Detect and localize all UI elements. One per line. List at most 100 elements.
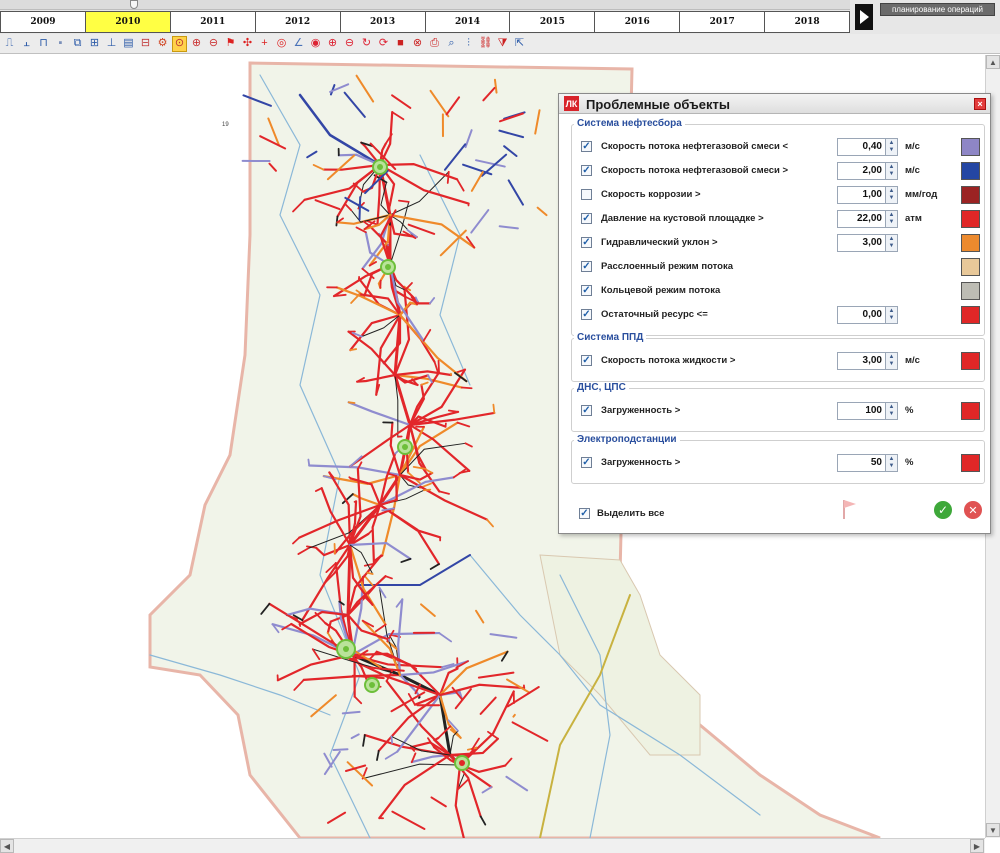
spinner-icon[interactable]: ▲ ▼ (886, 402, 898, 420)
threshold-input[interactable]: 0,40 (837, 138, 886, 156)
criterion-checkbox[interactable]: ✓ (581, 165, 592, 176)
year-tab-2009[interactable]: 2009 (0, 11, 86, 33)
spinner-icon[interactable]: ▲ ▼ (886, 210, 898, 228)
threshold-input[interactable]: 3,00 (837, 234, 886, 252)
threshold-input[interactable]: 100 (837, 402, 886, 420)
color-swatch[interactable] (961, 454, 980, 472)
unit-label: мм/год (905, 189, 938, 200)
network-icon[interactable]: ⎍ (2, 36, 17, 52)
color-swatch[interactable] (961, 352, 980, 370)
tree-icon[interactable]: ⊞ (87, 36, 102, 52)
split-icon[interactable]: ⫶ (461, 36, 476, 52)
alert-icon[interactable]: ⊗ (410, 36, 425, 52)
node-icon[interactable]: ✣ (240, 36, 255, 52)
criterion-checkbox[interactable]: ✓ (581, 405, 592, 416)
tools-icon[interactable]: ⚙ (155, 36, 170, 52)
year-tab-2014[interactable]: 2014 (425, 11, 511, 33)
timeline-slider-thumb[interactable] (130, 0, 138, 9)
ok-check-icon[interactable]: ✓ (934, 501, 952, 519)
color-swatch[interactable] (961, 138, 980, 156)
doc-icon[interactable]: ▤ (121, 36, 136, 52)
spinner-icon[interactable]: ▲ ▼ (886, 162, 898, 180)
criterion-checkbox[interactable]: ✓ (581, 285, 592, 296)
close-icon[interactable]: × (974, 98, 986, 110)
year-tab-2018[interactable]: 2018 (765, 11, 851, 33)
fields-icon[interactable]: ⊟ (138, 36, 153, 52)
color-swatch[interactable] (961, 162, 980, 180)
zoom-out-icon[interactable]: ⊖ (342, 36, 357, 52)
color-swatch[interactable] (961, 234, 980, 252)
zoom-icon[interactable]: ◉ (308, 36, 323, 52)
color-swatch[interactable] (961, 258, 980, 276)
pin-select-icon[interactable]: ⊙ (172, 35, 187, 52)
color-swatch[interactable] (961, 402, 980, 420)
filter-icon[interactable]: ⧩ (495, 36, 510, 52)
scroll-left-icon[interactable]: ◀ (0, 839, 14, 853)
year-tab-2010[interactable]: 2010 (85, 11, 171, 33)
select-all-checkbox[interactable]: ✓ (579, 508, 590, 519)
horizontal-scrollbar[interactable]: ◀ ▶ (0, 838, 985, 853)
red-square-icon[interactable]: ■ (393, 36, 408, 52)
year-tab-2017[interactable]: 2017 (680, 11, 766, 33)
criterion-checkbox[interactable]: ✓ (581, 141, 592, 152)
rotate-icon[interactable]: ↻ (359, 36, 374, 52)
link-icon[interactable]: ⛓ (478, 36, 493, 52)
select-all[interactable]: ✓ Выделить все (579, 504, 779, 524)
target-icon[interactable]: ◎ (274, 36, 289, 52)
operations-planning-button[interactable]: планирование операций (880, 3, 995, 16)
spinner-icon[interactable]: ▲ ▼ (886, 138, 898, 156)
color-swatch[interactable] (961, 306, 980, 324)
scroll-down-icon[interactable]: ▼ (986, 823, 1000, 837)
criterion-checkbox[interactable]: ✓ (581, 309, 592, 320)
spinner-icon[interactable]: ▲ ▼ (886, 306, 898, 324)
criterion-checkbox[interactable]: ✓ (581, 457, 592, 468)
spinner-icon[interactable]: ▲ ▼ (886, 454, 898, 472)
unit-label: м/с (905, 355, 920, 366)
flag-icon[interactable]: ⚑ (223, 36, 238, 52)
color-swatch[interactable] (961, 186, 980, 204)
square-icon[interactable]: ▪ (53, 36, 68, 52)
cancel-x-icon[interactable]: ✕ (964, 501, 982, 519)
threshold-input[interactable]: 22,00 (837, 210, 886, 228)
year-tab-2012[interactable]: 2012 (255, 11, 341, 33)
criterion-checkbox[interactable]: ✓ (581, 213, 592, 224)
spinner-icon[interactable]: ▲ ▼ (886, 234, 898, 252)
zoom-in-icon[interactable]: ⊕ (325, 36, 340, 52)
export-icon[interactable]: ⇱ (512, 36, 527, 52)
refresh-icon[interactable]: ⟳ (376, 36, 391, 52)
play-button[interactable] (855, 4, 873, 30)
year-tab-2016[interactable]: 2016 (595, 11, 681, 33)
scroll-up-icon[interactable]: ▲ (986, 55, 1000, 69)
layers-icon[interactable]: ⧉ (70, 36, 85, 52)
year-tab-2013[interactable]: 2013 (340, 11, 426, 33)
spinner-icon[interactable]: ▲ ▼ (886, 186, 898, 204)
color-swatch[interactable] (961, 210, 980, 228)
measure-icon[interactable]: ∠ (291, 36, 306, 52)
threshold-input[interactable]: 50 (837, 454, 886, 472)
pin-remove-icon[interactable]: ⊖ (206, 36, 221, 52)
print-icon[interactable]: ⎙ (427, 36, 442, 52)
dialog-titlebar[interactable]: ЛК Проблемные объекты × (559, 94, 990, 114)
timeline-slider-track[interactable] (0, 0, 850, 10)
threshold-input[interactable]: 0,00 (837, 306, 886, 324)
threshold-input[interactable]: 2,00 (837, 162, 886, 180)
criterion-checkbox[interactable]: ✓ (581, 355, 592, 366)
year-tab-2011[interactable]: 2011 (170, 11, 256, 33)
threshold-input[interactable]: 1,00 (837, 186, 886, 204)
criterion-checkbox[interactable]: ✓ (581, 237, 592, 248)
flag-icon[interactable] (841, 498, 859, 520)
color-swatch[interactable] (961, 282, 980, 300)
plus-icon[interactable]: + (257, 36, 272, 52)
spinner-icon[interactable]: ▲ ▼ (886, 352, 898, 370)
pipe-icon[interactable]: ⊓ (36, 36, 51, 52)
chart-icon[interactable]: ⊥ (104, 36, 119, 52)
criterion-checkbox[interactable]: ✓ (581, 261, 592, 272)
search-icon[interactable]: ⌕ (444, 36, 459, 52)
scroll-right-icon[interactable]: ▶ (970, 839, 984, 853)
well-icon[interactable]: ⫠ (19, 36, 34, 52)
year-tab-2015[interactable]: 2015 (510, 11, 596, 33)
criterion-checkbox[interactable] (581, 189, 592, 200)
pin-add-icon[interactable]: ⊕ (189, 36, 204, 52)
threshold-input[interactable]: 3,00 (837, 352, 886, 370)
criterion-row: ✓ Загруженность > 100 ▲ ▼% (572, 401, 986, 421)
